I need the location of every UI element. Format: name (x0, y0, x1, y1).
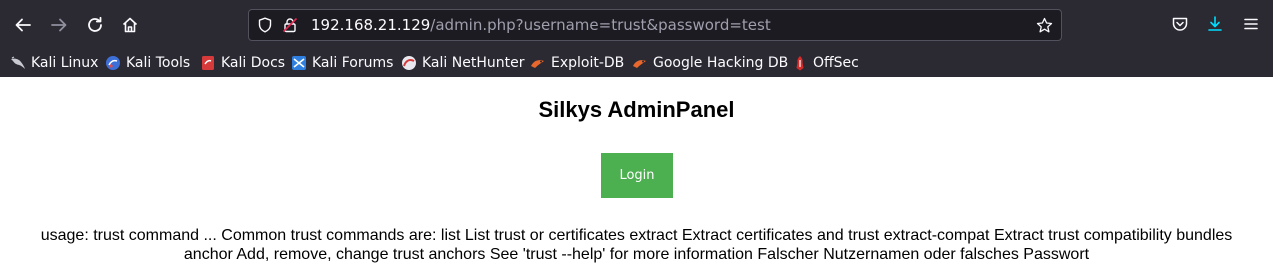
bookmark-label: Kali Linux (31, 55, 99, 71)
bookmark-kali-docs[interactable]: Kali Docs (200, 53, 285, 73)
bookmark-star-icon[interactable] (1036, 17, 1053, 34)
bookmarks-toolbar: Kali Linux Kali Tools Kali Docs Kali For… (0, 50, 1273, 77)
kali-docs-icon (202, 56, 214, 70)
forward-button[interactable] (43, 9, 75, 41)
bookmark-offsec[interactable]: OffSec (792, 53, 859, 73)
page-content: Silkys AdminPanel Login usage: trust com… (0, 77, 1273, 279)
browser-toolbar: 192.168.21.129/admin.php?username=trust&… (0, 0, 1273, 50)
page-title: Silkys AdminPanel (538, 97, 735, 122)
exploit-db-icon (531, 60, 544, 68)
tracking-protection-shield-icon[interactable] (257, 17, 273, 33)
kali-tools-icon (106, 56, 120, 70)
kali-forums-icon (292, 56, 306, 70)
bookmark-label: Exploit-DB (551, 55, 625, 71)
reload-icon (88, 16, 102, 32)
command-output-text: usage: trust command ... Common trust co… (40, 227, 1233, 263)
bookmark-exploit-db[interactable]: Exploit-DB (530, 53, 624, 73)
pocket-icon[interactable] (1171, 15, 1189, 33)
login-button[interactable]: Login (601, 153, 673, 198)
reload-button[interactable] (79, 9, 111, 41)
url-text[interactable]: 192.168.21.129/admin.php?username=trust&… (311, 16, 771, 35)
ghdb-icon (633, 60, 646, 68)
url-host: 192.168.21.129 (311, 16, 431, 34)
bookmark-label: Kali Forums (312, 55, 394, 71)
bookmark-label: Kali Docs (221, 55, 286, 71)
bookmark-google-hacking-db[interactable]: Google Hacking DB (632, 53, 788, 73)
kali-dragon-icon (11, 56, 25, 69)
browser-chrome: 192.168.21.129/admin.php?username=trust&… (0, 0, 1273, 77)
bookmark-label: Google Hacking DB (653, 55, 789, 71)
bookmark-label: Kali Tools (126, 55, 191, 71)
back-button[interactable] (7, 9, 39, 41)
forward-arrow-icon (51, 18, 67, 32)
url-bar[interactable]: 192.168.21.129/admin.php?username=trust&… (248, 9, 1062, 41)
bookmark-kali-tools[interactable]: Kali Tools (105, 53, 190, 73)
back-arrow-icon (15, 18, 31, 32)
offsec-icon (796, 56, 804, 71)
bookmark-kali-nethunter[interactable]: Kali NetHunter (401, 53, 524, 73)
bookmark-kali-forums[interactable]: Kali Forums (291, 53, 393, 73)
bookmark-label: OffSec (813, 55, 859, 71)
hamburger-menu-icon[interactable] (1242, 15, 1260, 33)
bookmark-kali-linux[interactable]: Kali Linux (10, 53, 98, 73)
url-path: /admin.php?username=trust&password=test (430, 16, 771, 34)
home-button[interactable] (114, 9, 146, 41)
kali-nethunter-icon (402, 56, 416, 70)
home-icon (122, 17, 138, 33)
downloads-icon[interactable] (1206, 15, 1224, 33)
bookmark-label: Kali NetHunter (422, 55, 525, 71)
insecure-lock-icon[interactable] (282, 17, 298, 33)
